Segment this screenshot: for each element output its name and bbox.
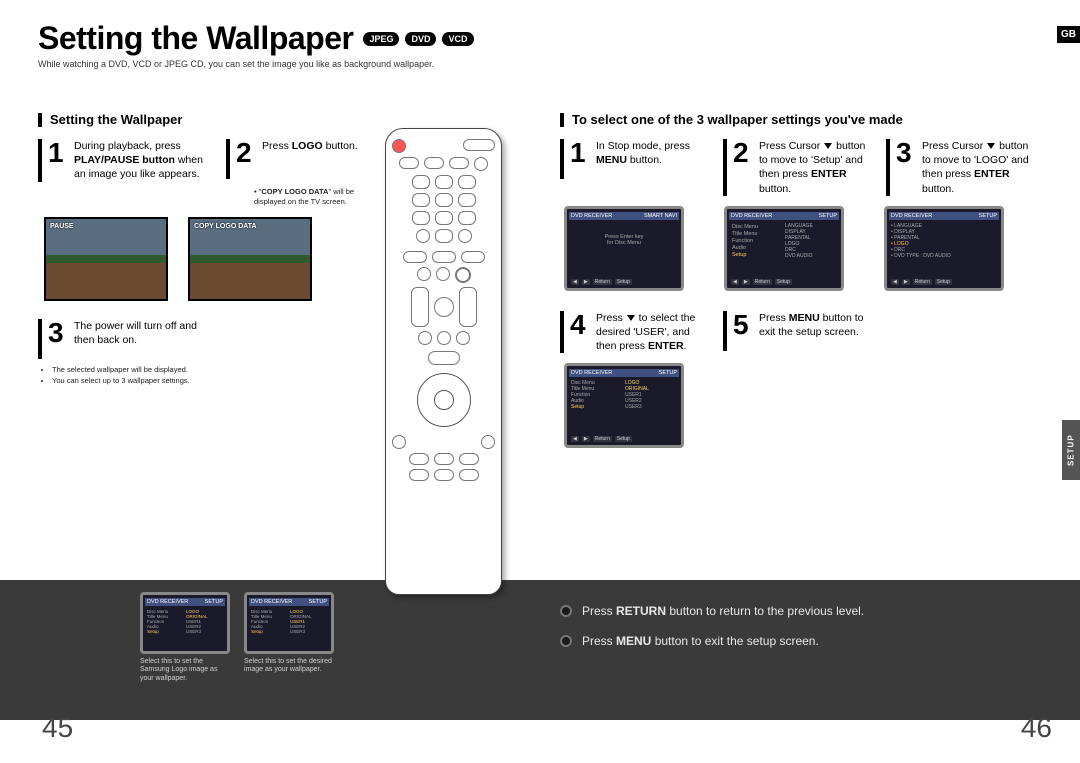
bullet-icon: [560, 605, 572, 617]
screen-user-select: DVD RECEIVERSETUP Disc Menu Title Menu F…: [564, 363, 684, 448]
step2-text-c: button.: [326, 140, 358, 152]
right-row-1: 1 In Stop mode, press MENU button. 2 Pre…: [560, 139, 1070, 196]
thumb-user-logo: DVD RECEIVERSETUP Disc MenuTitle MenuFun…: [244, 592, 334, 683]
r-step-3: 3 Press Cursor button to move to 'LOGO' …: [886, 139, 1037, 196]
step-1: 1 During playback, press PLAY/PAUSE butt…: [38, 139, 214, 182]
page-title: Setting the Wallpaper: [38, 20, 353, 57]
cursor-down-icon: [627, 315, 635, 321]
overlay-copy: COPY LOGO DATA: [194, 223, 257, 230]
remote-control-illustration: [385, 128, 502, 595]
note3a: The selected wallpaper will be displayed…: [52, 365, 383, 375]
thumb2-caption: Select this to set the desired image as …: [244, 658, 334, 675]
page-numbers: 45 46: [0, 712, 1080, 762]
page-number-left: 45: [42, 712, 73, 744]
content-area: Setting the Wallpaper JPEG DVD VCD While…: [0, 0, 1080, 600]
badge-jpeg: JPEG: [363, 32, 399, 46]
r-step-1: 1 In Stop mode, press MENU button.: [560, 139, 711, 179]
left-column: Setting the Wallpaper 1 During playback,…: [38, 112, 383, 388]
screens-row-2: DVD RECEIVERSETUP Disc Menu Title Menu F…: [564, 363, 1070, 448]
screenshot-copy-logo: COPY LOGO DATA: [188, 217, 312, 301]
r-step-4: 4 Press to select the desired 'USER', an…: [560, 311, 711, 354]
screens-row-1: DVD RECEIVERSMART NAVI Press Enter key f…: [564, 206, 1070, 291]
tip-return: Press RETURN button to return to the pre…: [560, 604, 864, 618]
page-subtitle: While watching a DVD, VCD or JPEG CD, yo…: [38, 59, 1062, 69]
r-step-2: 2 Press Cursor button to move to 'Setup'…: [723, 139, 874, 196]
tip-menu: Press MENU button to exit the setup scre…: [560, 634, 864, 648]
r-step-5: 5 Press MENU button to exit the setup sc…: [723, 311, 874, 351]
page-number-right: 46: [1021, 712, 1052, 744]
footer-thumbnails: DVD RECEIVERSETUP Disc MenuTitle MenuFun…: [140, 592, 334, 683]
note3b: You can select up to 3 wallpaper setting…: [52, 376, 383, 386]
right-row-2: 4 Press to select the desired 'USER', an…: [560, 311, 1070, 354]
footer-band: DVD RECEIVERSETUP Disc MenuTitle MenuFun…: [0, 580, 1080, 720]
overlay-pause: PAUSE: [50, 223, 74, 230]
screen-setup: DVD RECEIVERSETUP Disc Menu Title Menu F…: [724, 206, 844, 291]
badge-vcd: VCD: [442, 32, 473, 46]
format-badges: JPEG DVD VCD: [363, 32, 473, 46]
screenshot-pause: PAUSE: [44, 217, 168, 301]
footer-tips: Press RETURN button to return to the pre…: [560, 604, 864, 664]
cursor-down-icon: [987, 143, 995, 149]
bullet-icon: [560, 635, 572, 647]
left-heading: Setting the Wallpaper: [38, 112, 383, 127]
screen-logo: DVD RECEIVERSETUP • LANGUAGE • DISPLAY •…: [884, 206, 1004, 291]
step3-text: The power will turn off and then back on…: [74, 319, 214, 347]
step1-text-b: PLAY/PAUSE button: [74, 154, 175, 166]
cursor-down-icon: [824, 143, 832, 149]
thumb1-caption: Select this to set the Samsung Logo imag…: [140, 658, 230, 683]
manual-spread: GB SETUP Setting the Wallpaper JPEG DVD …: [0, 0, 1080, 763]
step2-note: • "COPY LOGO DATA" will be displayed on …: [254, 187, 383, 207]
step2-text-b: LOGO: [292, 140, 323, 152]
left-step-row-1: 1 During playback, press PLAY/PAUSE butt…: [38, 139, 383, 207]
step-2: 2 Press LOGO button.: [226, 139, 383, 179]
step1-text-a: During playback, press: [74, 140, 181, 152]
title-row: Setting the Wallpaper JPEG DVD VCD: [38, 20, 1062, 57]
step3-notes: The selected wallpaper will be displayed…: [42, 365, 383, 387]
screen-stop-mode: DVD RECEIVERSMART NAVI Press Enter key f…: [564, 206, 684, 291]
right-column: To select one of the 3 wallpaper setting…: [560, 112, 1070, 448]
thumb-samsung-logo: DVD RECEIVERSETUP Disc MenuTitle MenuFun…: [140, 592, 230, 683]
dpad-icon: [417, 373, 471, 427]
badge-dvd: DVD: [405, 32, 436, 46]
step2-text-a: Press: [262, 140, 292, 152]
step-3: 3 The power will turn off and then back …: [38, 319, 383, 359]
right-heading: To select one of the 3 wallpaper setting…: [560, 112, 1070, 127]
